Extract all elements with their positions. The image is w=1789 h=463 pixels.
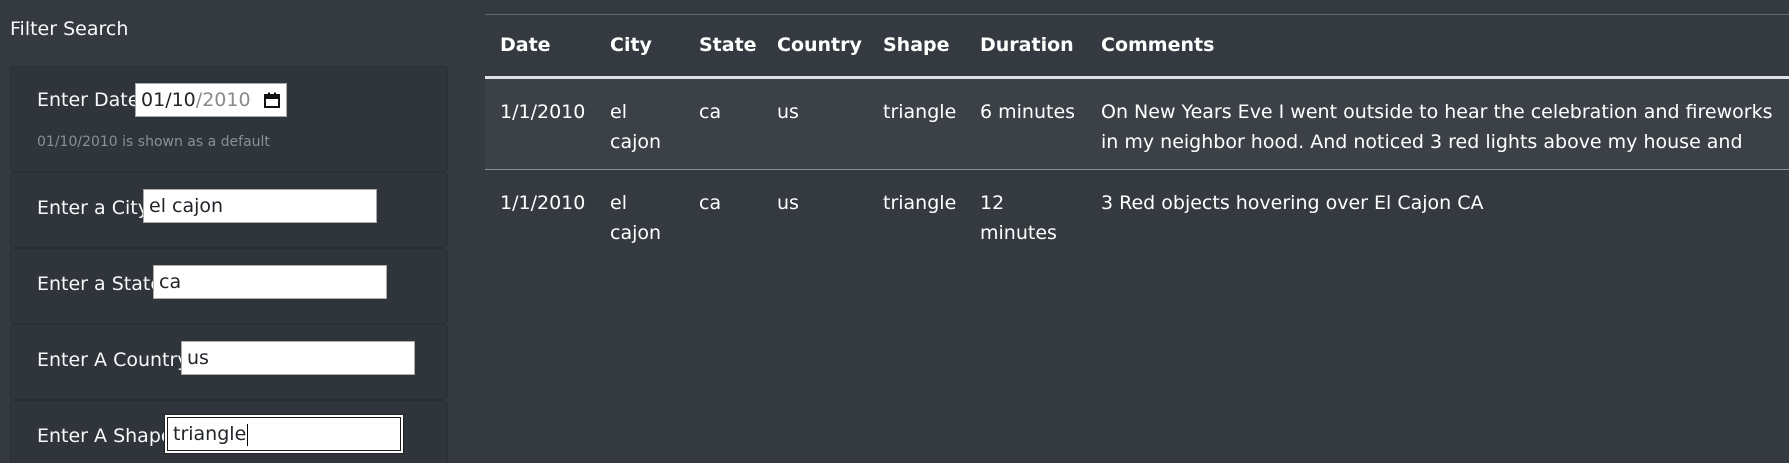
country-input[interactable]: us	[181, 341, 415, 375]
country-label: Enter A Country	[37, 349, 189, 371]
date-hint: 01/10/2010 is shown as a default	[37, 134, 270, 150]
date-label: Enter Date	[37, 89, 140, 111]
table-row: 1/1/2010 el cajon ca us triangle 6 minut…	[485, 79, 1789, 169]
country-filter-box: Enter A Country us	[10, 324, 448, 400]
table-row: 1/1/2010 el cajon ca us triangle 12 minu…	[485, 170, 1789, 260]
date-input[interactable]: 01/10/2010	[135, 83, 287, 117]
cell-duration: 6 minutes	[980, 101, 1076, 123]
cell-duration: 12 minutes	[980, 192, 1057, 244]
filter-title: Filter Search	[10, 18, 129, 40]
cell-date: 1/1/2010	[500, 101, 586, 123]
date-year: 2010	[202, 89, 251, 111]
state-input[interactable]: ca	[153, 265, 387, 299]
shape-input-value: triangle	[173, 423, 247, 445]
shape-filter-box: Enter A Shape triangle	[10, 400, 448, 463]
cell-shape: triangle	[883, 192, 957, 214]
column-header-country: Country	[777, 34, 862, 56]
date-month: 01	[141, 89, 166, 111]
city-filter-box: Enter a City el cajon	[10, 172, 448, 248]
calendar-icon[interactable]	[264, 92, 280, 108]
cell-shape: triangle	[883, 101, 957, 123]
state-label: Enter a State	[37, 273, 163, 295]
column-header-duration: Duration	[980, 34, 1074, 56]
cell-country: us	[777, 192, 799, 214]
cell-city: el cajon	[610, 192, 662, 244]
table-top-rule	[485, 14, 1789, 15]
cell-state: ca	[699, 101, 722, 123]
city-input[interactable]: el cajon	[143, 189, 377, 223]
shape-input[interactable]: triangle	[167, 417, 401, 451]
column-header-comments: Comments	[1101, 34, 1215, 56]
column-header-city: City	[610, 34, 652, 56]
cell-date: 1/1/2010	[500, 192, 586, 214]
cell-state: ca	[699, 192, 722, 214]
date-filter-box: Enter Date 01/10/2010 01/10/2010 is show…	[10, 66, 448, 172]
cell-comments: 3 Red objects hovering over El Cajon CA	[1101, 192, 1484, 214]
cell-city: el cajon	[610, 101, 662, 153]
text-caret	[247, 423, 249, 446]
city-label: Enter a City	[37, 197, 149, 219]
column-header-state: State	[699, 34, 757, 56]
cell-comments: On New Years Eve I went outside to hear …	[1101, 101, 1773, 153]
shape-label: Enter A Shape	[37, 425, 173, 447]
column-header-date: Date	[500, 34, 551, 56]
page: Filter Search Enter Date 01/10/2010 01/1…	[0, 0, 1789, 463]
state-filter-box: Enter a State ca	[10, 248, 448, 324]
column-header-shape: Shape	[883, 34, 950, 56]
cell-country: us	[777, 101, 799, 123]
date-day: 10	[171, 89, 196, 111]
